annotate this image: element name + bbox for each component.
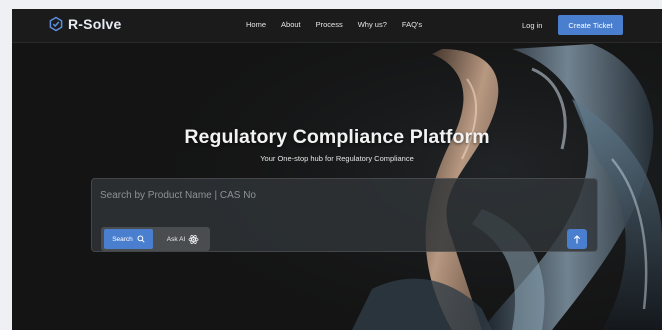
submit-search-button[interactable] (567, 229, 587, 249)
nav-item-faqs[interactable]: FAQ's (402, 20, 422, 29)
hero-subtitle: Your One-stop hub for Regulatory Complia… (260, 154, 414, 163)
main-menu: Home About Process Why us? FAQ's (246, 20, 422, 29)
page-frame: R-Solve Home About Process Why us? FAQ's… (12, 9, 662, 330)
search-mode-button[interactable]: Search (104, 229, 153, 249)
top-navbar: R-Solve Home About Process Why us? FAQ's… (12, 9, 662, 43)
login-link[interactable]: Log in (522, 21, 542, 30)
ask-ai-mode-button[interactable]: Ask AI (159, 229, 207, 249)
ask-ai-mode-label: Ask AI (166, 235, 186, 243)
search-mode-label: Search (112, 235, 133, 243)
nav-item-about[interactable]: About (281, 20, 301, 29)
hexagon-check-icon (48, 16, 64, 32)
search-input[interactable] (98, 186, 542, 204)
create-ticket-button[interactable]: Create Ticket (558, 15, 623, 35)
nav-item-why-us[interactable]: Why us? (358, 20, 387, 29)
brand-logo[interactable]: R-Solve (48, 16, 122, 32)
nav-item-home[interactable]: Home (246, 20, 266, 29)
ai-atom-icon (188, 234, 199, 245)
nav-item-process[interactable]: Process (316, 20, 343, 29)
arrow-up-icon (573, 234, 581, 244)
search-icon (137, 235, 145, 243)
search-panel: Search Ask AI (91, 178, 598, 252)
search-mode-toggle: Search Ask AI (101, 227, 210, 251)
hero-title: Regulatory Compliance Platform (184, 126, 490, 148)
hero-background-art (12, 9, 662, 330)
brand-name: R-Solve (68, 16, 122, 32)
